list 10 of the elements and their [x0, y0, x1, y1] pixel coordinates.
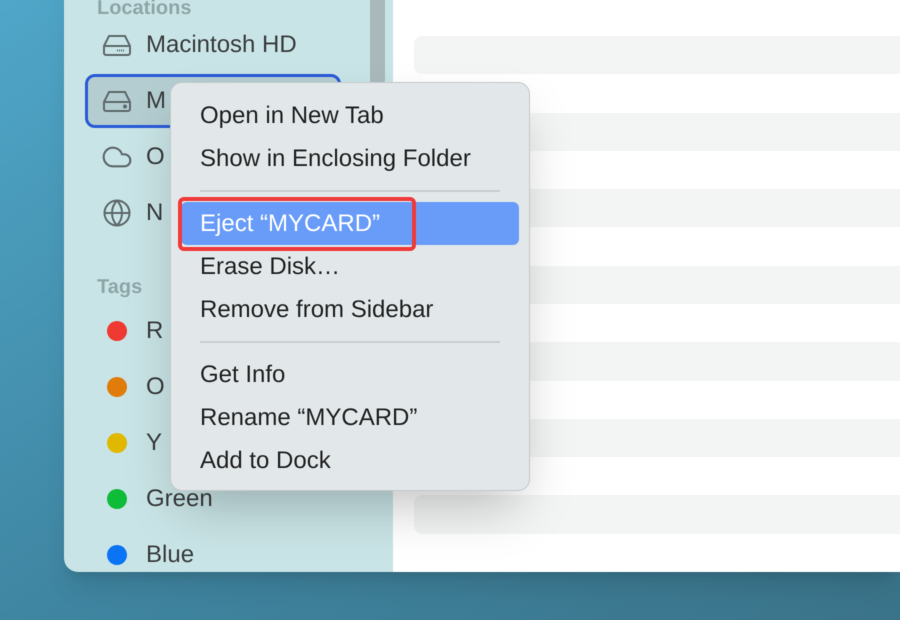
section-header: Tags — [97, 275, 142, 300]
item-label: Macintosh HD — [146, 33, 297, 57]
item-label: M — [146, 89, 166, 113]
item-label: N — [146, 201, 164, 225]
item-label: O — [146, 145, 165, 169]
item-label: Blue — [146, 543, 194, 567]
item-label: Y — [146, 431, 162, 455]
item-label: Green — [146, 487, 213, 511]
item-label: O — [146, 375, 165, 399]
item-label: R — [146, 319, 164, 343]
